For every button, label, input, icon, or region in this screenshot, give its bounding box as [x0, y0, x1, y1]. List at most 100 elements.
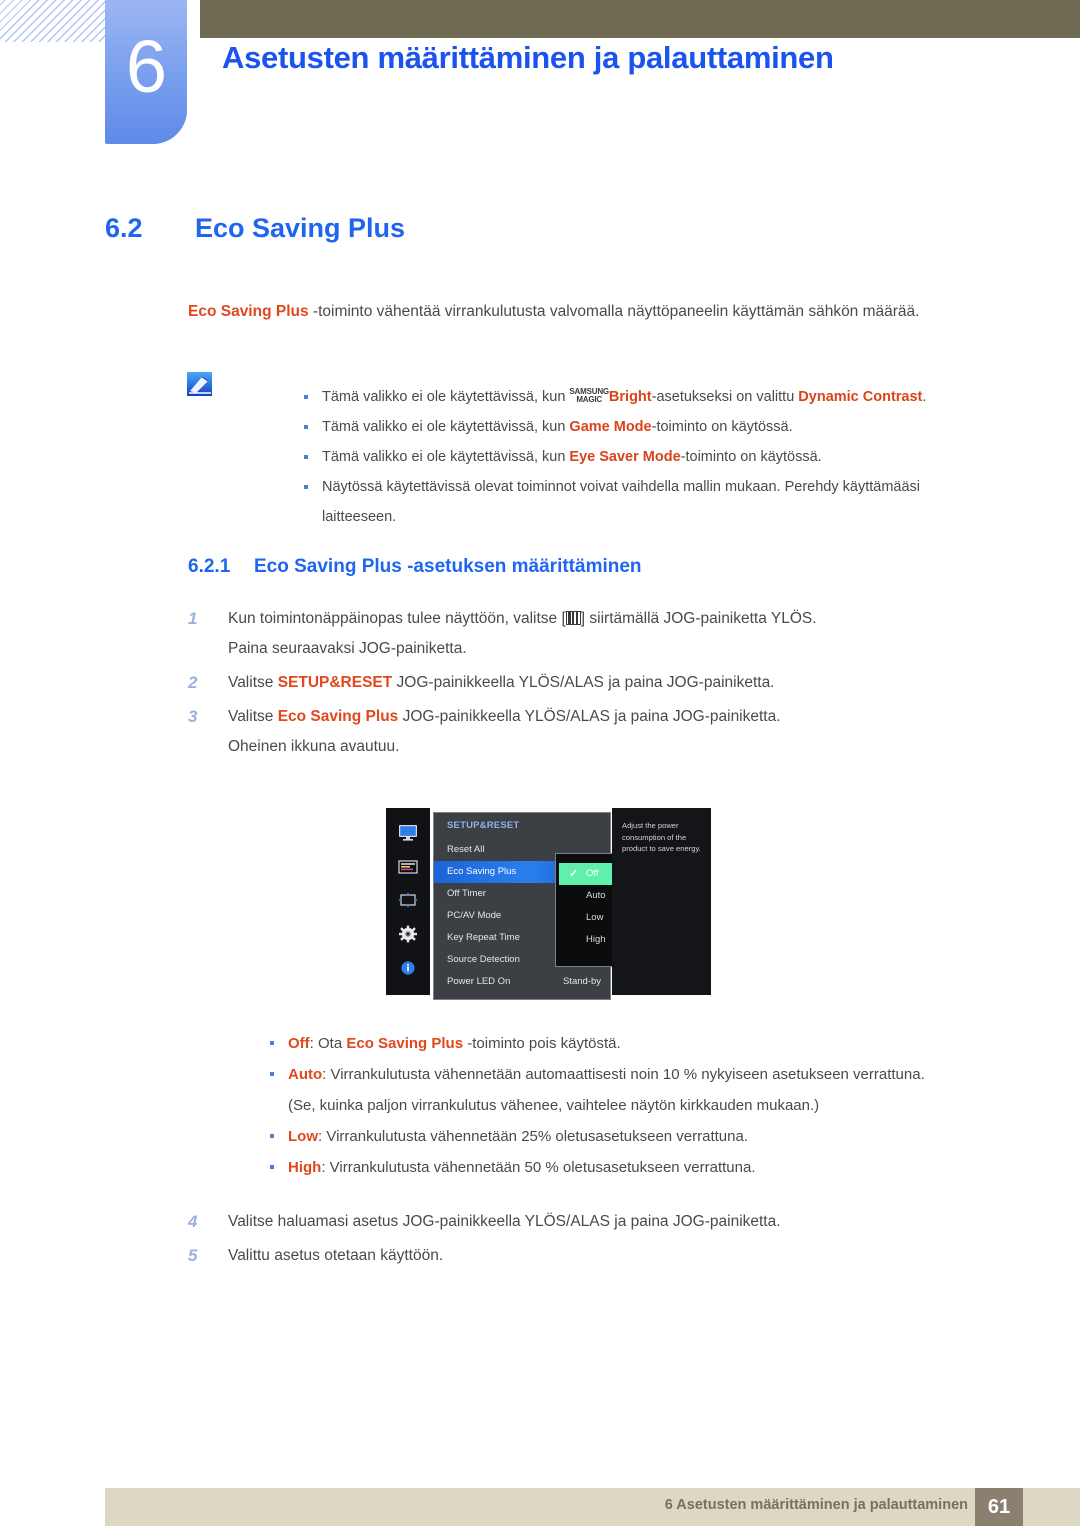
section-heading: 6.2 Eco Saving Plus	[105, 213, 405, 244]
subsection-title: Eco Saving Plus -asetuksen määrittäminen	[254, 556, 642, 577]
step-5-number: 5	[188, 1246, 198, 1265]
steps-list-part1: 1 Kun toimintonäppäinopas tulee näyttöön…	[188, 604, 968, 766]
osd-item-value: Stand-by	[562, 976, 601, 987]
magic-bottom: MAGIC	[576, 395, 602, 404]
step-1-pre: Kun toimintonäppäinopas tulee näyttöön, …	[228, 610, 566, 627]
option-description-list: Off: Ota Eco Saving Plus -toiminto pois …	[228, 1028, 968, 1183]
check-icon: ✓	[569, 868, 579, 880]
note-bullet-list: Tämä valikko ei ole käytettävissä, kun S…	[262, 382, 962, 532]
step-1: 1 Kun toimintonäppäinopas tulee näyttöön…	[188, 604, 968, 664]
osd-item-label: Key Repeat Time	[447, 932, 520, 943]
note-b4-pre: Näytössä käytettävissä olevat toiminnot …	[322, 479, 921, 525]
step-2-body: Valitse SETUP&RESET JOG-painikkeella YLÖ…	[228, 668, 775, 698]
osd-item-label: Eco Saving Plus	[447, 866, 517, 877]
step-1-line2: Paina seuraavaksi JOG-painiketta.	[228, 640, 467, 657]
subsection-heading: 6.2.1 Eco Saving Plus -asetuksen määritt…	[188, 556, 642, 578]
note-b1-pre: Tämä valikko ei ole käytettävissä, kun	[322, 389, 570, 405]
note-b2-post: -toiminto on käytössä.	[651, 419, 793, 435]
option-term: Off	[288, 1035, 310, 1052]
page-number: 61	[987, 1495, 1011, 1518]
step-3-line2: Oheinen ikkuna avautuu.	[228, 738, 400, 755]
chapter-number-tab: 6	[105, 0, 187, 144]
gear-icon	[397, 925, 419, 943]
picture-settings-icon	[397, 858, 419, 876]
osd-option-label: Off	[586, 868, 599, 879]
osd-sidebar	[386, 808, 430, 995]
option-term: High	[288, 1159, 322, 1176]
samsung-magic-logo: SAMSUNG MAGIC	[569, 387, 609, 405]
option-sep: : Virrankulutusta vähennetään 50 % oletu…	[321, 1159, 756, 1176]
osd-item-label: Off Timer	[447, 888, 486, 899]
osd-item-label: Reset All	[447, 844, 485, 855]
option-sep: : Ota	[309, 1035, 347, 1052]
note-bullet-2: Tämä valikko ei ole käytettävissä, kun G…	[302, 412, 962, 442]
step-2-post: JOG-painikkeella YLÖS/ALAS ja paina JOG-…	[392, 674, 775, 691]
note-b3-post: -toiminto on käytössä.	[680, 449, 822, 465]
step-4-number: 4	[188, 1212, 198, 1231]
subsection-number: 6.2.1	[188, 556, 231, 577]
step-4: 4 Valitse haluamasi asetus JOG-painikkee…	[188, 1207, 968, 1237]
osd-item-label: Source Detection	[447, 954, 520, 965]
footer-chapter-label: 6 Asetusten määrittäminen ja palauttamin…	[664, 1497, 968, 1513]
note-bullet-4: Näytössä käytettävissä olevat toiminnot …	[302, 472, 962, 532]
corner-hatch-decoration	[0, 0, 108, 42]
chapter-number: 6	[125, 25, 167, 108]
option-desc-high: High: Virrankulutusta vähennetään 50 % o…	[268, 1152, 968, 1183]
step-2: 2 Valitse SETUP&RESET JOG-painikkeella Y…	[188, 668, 968, 698]
step-2-term: SETUP&RESET	[277, 674, 393, 691]
note-b2-term1: Game Mode	[569, 419, 652, 435]
osd-option-label: Low	[586, 912, 604, 923]
step-3-term: Eco Saving Plus	[277, 708, 399, 725]
note-bullet-1: Tämä valikko ei ole käytettävissä, kun S…	[302, 382, 962, 412]
osd-description-text: Adjust the power consumption of the prod…	[622, 821, 701, 853]
footer-page-box: 61	[975, 1488, 1023, 1526]
step-3: 3 Valitse Eco Saving Plus JOG-painikkeel…	[188, 702, 968, 762]
note-b1-mid: -asetukseksi on valittu	[651, 389, 799, 405]
section-number: 6.2	[105, 213, 143, 243]
option-desc-off: Off: Ota Eco Saving Plus -toiminto pois …	[268, 1028, 968, 1059]
step-3-number: 3	[188, 707, 198, 726]
option-post: -toiminto pois käytöstä.	[463, 1035, 621, 1052]
note-pencil-icon	[185, 371, 215, 399]
note-b2-pre: Tämä valikko ei ole käytettävissä, kun	[322, 419, 570, 435]
info-icon	[397, 959, 419, 977]
step-5-body: Valittu asetus otetaan käyttöön.	[228, 1247, 444, 1264]
step-4-body: Valitse haluamasi asetus JOG-painikkeell…	[228, 1213, 781, 1230]
step-1-body: Kun toimintonäppäinopas tulee näyttöön, …	[228, 604, 817, 664]
menu-bars-icon	[565, 611, 581, 625]
intro-paragraph: Eco Saving Plus -toiminto vähentää virra…	[188, 296, 950, 327]
step-3-post: JOG-painikkeella YLÖS/ALAS ja paina JOG-…	[398, 708, 781, 725]
step-1-post: ] siirtämällä JOG-painiketta YLÖS.	[580, 610, 817, 627]
osd-menu-figure: SETUP&RESET Reset All Eco Saving Plus Of…	[386, 808, 711, 1000]
steps-list-part2: 4 Valitse haluamasi asetus JOG-painikkee…	[188, 1207, 968, 1275]
header-olive-bar	[200, 0, 1080, 38]
osd-option-label: Auto	[586, 890, 606, 901]
step-1-number: 1	[188, 609, 198, 628]
osd-item-power-led-on[interactable]: Power LED On Stand-by	[434, 971, 610, 993]
step-3-pre: Valitse	[228, 708, 278, 725]
step-3-body: Valitse Eco Saving Plus JOG-painikkeella…	[228, 702, 781, 762]
option-sep: : Virrankulutusta vähennetään automaatti…	[322, 1066, 925, 1083]
note-b1-term1: Bright	[608, 389, 652, 405]
step-5: 5 Valittu asetus otetaan käyttöön.	[188, 1241, 968, 1271]
option-term: Auto	[288, 1066, 323, 1083]
option-desc-auto-sub: (Se, kuinka paljon virrankulutus vähenee…	[288, 1097, 820, 1114]
screen-adjust-icon	[397, 891, 419, 909]
note-b3-pre: Tämä valikko ei ole käytettävissä, kun	[322, 449, 570, 465]
osd-item-label: PC/AV Mode	[447, 910, 502, 921]
note-b1-post: .	[922, 389, 927, 405]
osd-description-panel: Adjust the power consumption of the prod…	[612, 808, 711, 995]
section-title: Eco Saving Plus	[195, 213, 406, 243]
monitor-icon	[397, 824, 419, 842]
intro-rest: -toiminto vähentää virrankulutusta valvo…	[308, 303, 920, 320]
option-desc-auto: Auto: Virrankulutusta vähennetään automa…	[268, 1059, 968, 1090]
note-b3-term1: Eye Saver Mode	[569, 449, 681, 465]
option-term: Low	[288, 1128, 318, 1145]
step-2-number: 2	[188, 673, 198, 692]
step-2-pre: Valitse	[228, 674, 278, 691]
osd-option-label: High	[586, 934, 606, 945]
option-sep: : Virrankulutusta vähennetään 25% oletus…	[318, 1128, 749, 1145]
option-term2: Eco Saving Plus	[346, 1035, 464, 1052]
osd-item-label: Power LED On	[447, 976, 511, 987]
note-bullet-3: Tämä valikko ei ole käytettävissä, kun E…	[302, 442, 962, 472]
